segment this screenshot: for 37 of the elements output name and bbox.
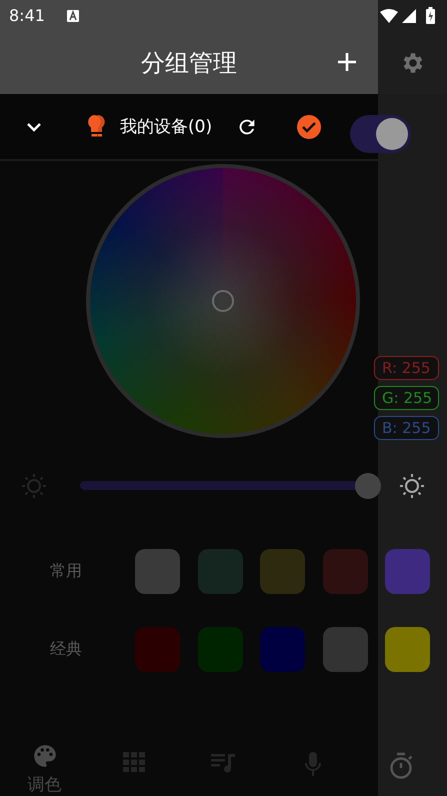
color-swatch[interactable] [135, 626, 180, 672]
power-toggle[interactable] [350, 114, 411, 153]
microphone-icon [304, 752, 322, 778]
bright-brightness-icon [399, 472, 425, 499]
notification-icon [66, 10, 79, 22]
color-swatch[interactable] [135, 548, 180, 594]
swatch-row-label: 经典 [49, 638, 83, 660]
battery-icon [426, 7, 435, 24]
add-button[interactable] [336, 50, 358, 73]
color-swatch[interactable] [260, 548, 305, 594]
color-swatch[interactable] [322, 626, 368, 672]
playlist-icon [210, 752, 237, 774]
check-circle-icon[interactable] [296, 114, 322, 140]
wifi-icon [380, 8, 398, 23]
rgb-value: G: 255 [374, 386, 440, 410]
device-group-name: 我的设备(0) [120, 116, 212, 138]
stopwatch-icon [389, 752, 416, 780]
signal-icon [402, 8, 416, 23]
chevron-down-icon[interactable] [25, 120, 43, 133]
color-swatch[interactable] [385, 548, 430, 594]
picker-handle[interactable] [212, 290, 234, 312]
rgb-value: R: 255 [374, 356, 440, 380]
clock: 8:41 [9, 6, 45, 26]
color-swatch[interactable] [260, 626, 305, 672]
grid-icon [123, 752, 146, 772]
page-title: 分组管理 [141, 48, 237, 79]
color-swatch[interactable] [322, 548, 368, 594]
color-swatch[interactable] [198, 626, 242, 672]
dim-brightness-icon [21, 472, 47, 499]
slider-thumb[interactable] [355, 472, 381, 499]
palette-icon [32, 742, 58, 769]
brightness-slider[interactable] [80, 472, 381, 499]
rgb-value: B: 255 [374, 416, 440, 440]
color-swatch[interactable] [385, 626, 430, 672]
color-swatch[interactable] [198, 548, 242, 594]
palette-tab[interactable]: 调色 [0, 742, 90, 796]
swatch-row-label: 常用 [49, 560, 83, 582]
